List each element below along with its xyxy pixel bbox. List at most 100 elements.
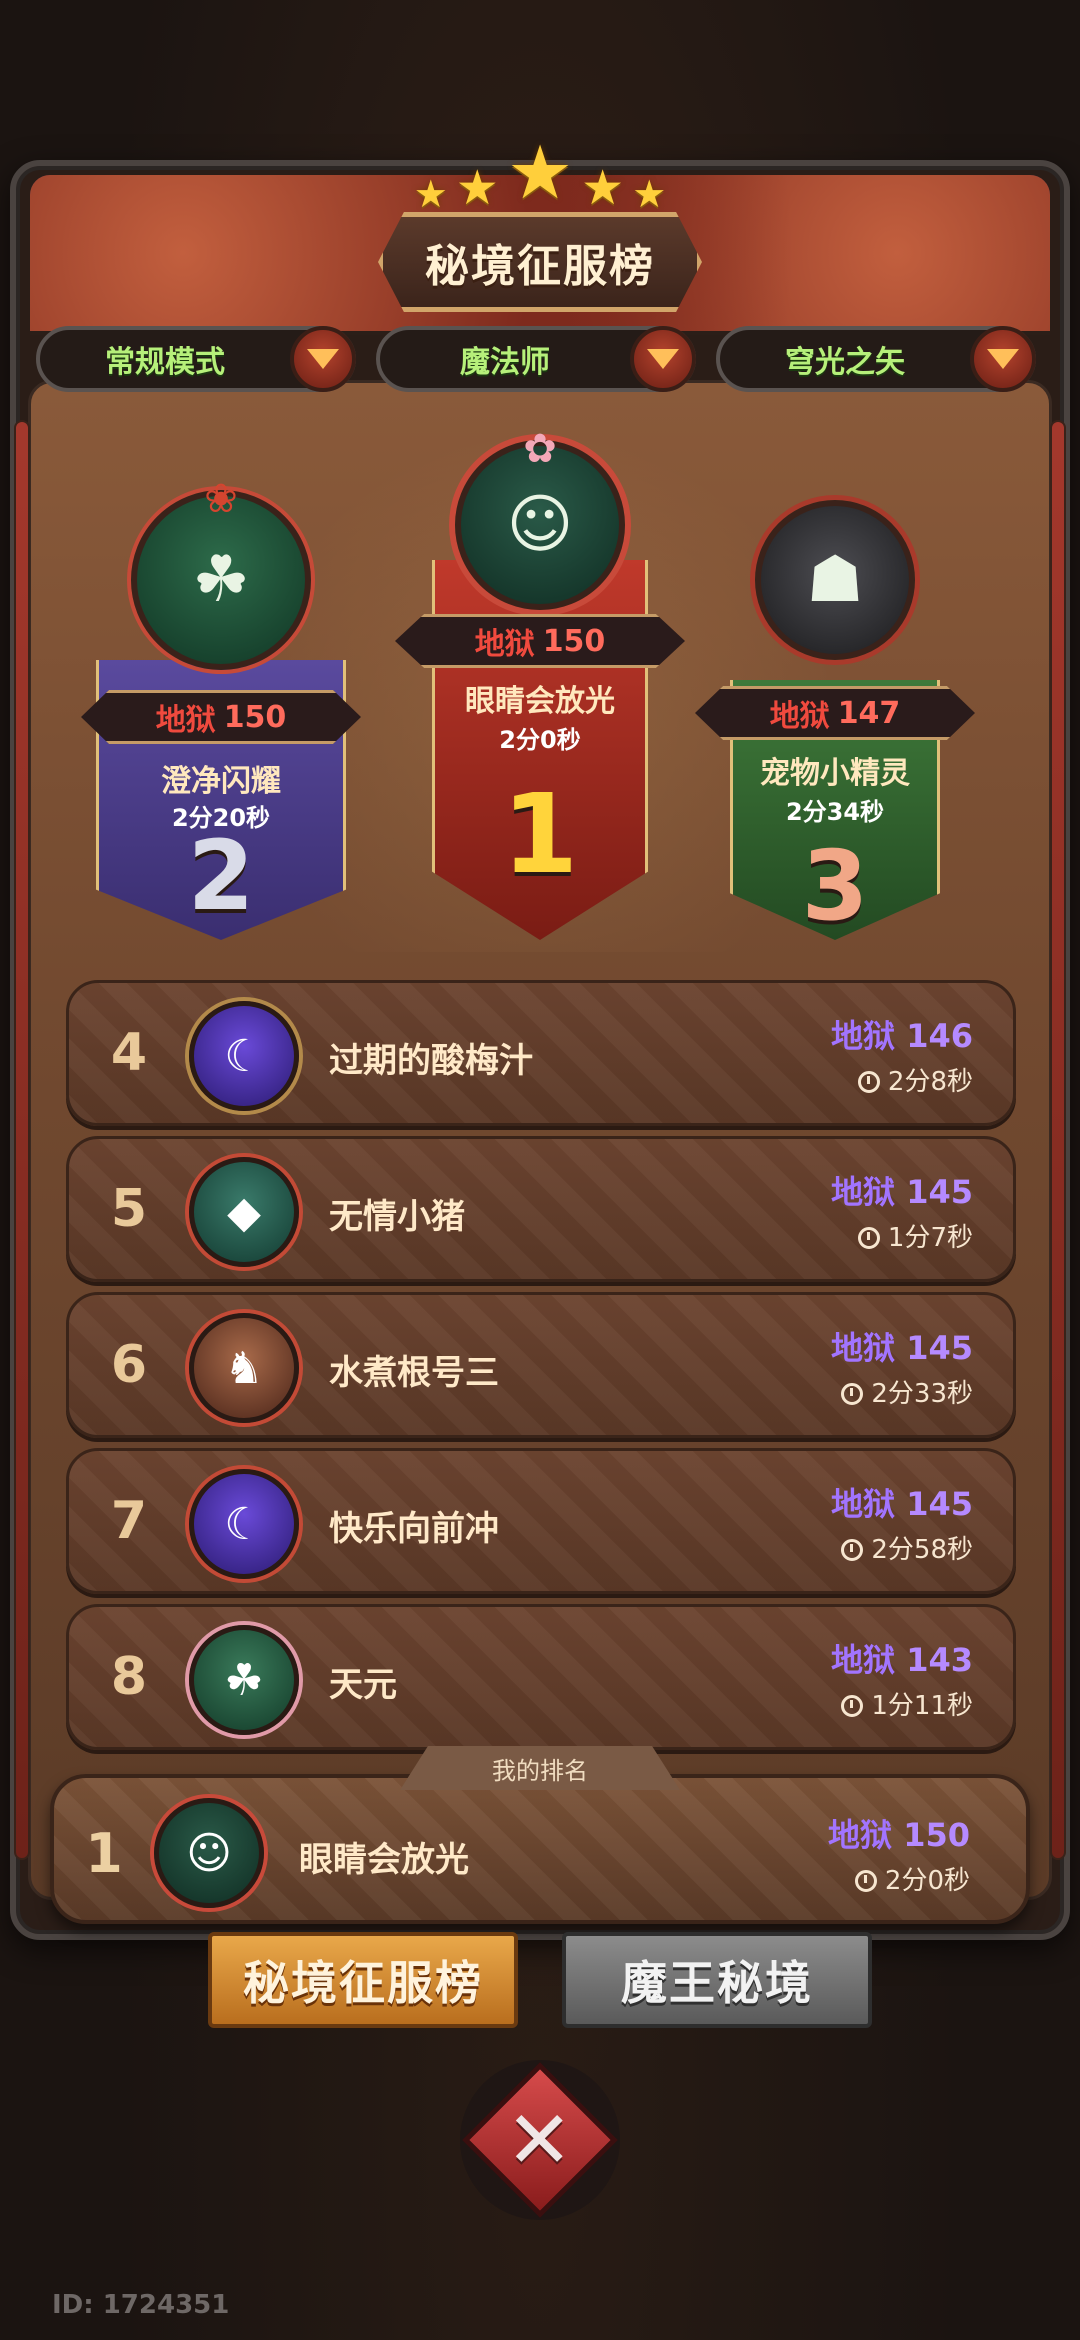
podium-rank-2[interactable]: ❀ ☘ 地狱 150 澄净闪耀 2分20秒 2 bbox=[81, 460, 361, 940]
player-name: 眼睛会放光 bbox=[299, 1840, 469, 1880]
podium-rank-1[interactable]: ✿ ☺ 地狱 150 眼睛会放光 2分0秒 1 bbox=[395, 400, 685, 940]
rank-number: 5 bbox=[110, 1179, 148, 1239]
moon-icon: ☾ bbox=[224, 1030, 264, 1082]
difficulty-level: 150 bbox=[903, 1816, 970, 1854]
player-name: 快乐向前冲 bbox=[329, 1509, 499, 1549]
avatar[interactable]: ☾ bbox=[189, 1001, 299, 1111]
player-name: 澄净闪耀 bbox=[161, 764, 281, 799]
avatar[interactable]: ☘ bbox=[189, 1625, 299, 1735]
difficulty-score: 地狱 145 bbox=[831, 1323, 973, 1369]
character-portrait-icon: ☘ bbox=[192, 543, 250, 617]
table-row[interactable]: 5 ◆ 无情小猪 地狱 145 1分7秒 bbox=[66, 1136, 1016, 1282]
filter-class-dropdown[interactable]: 魔法师 bbox=[376, 326, 696, 392]
star-icon: ★ bbox=[581, 160, 625, 216]
character-portrait-icon: ☺ bbox=[186, 1827, 232, 1879]
difficulty-label: 地狱 bbox=[828, 1816, 893, 1854]
difficulty-label: 地狱 bbox=[831, 1173, 896, 1211]
table-row[interactable]: 6 ♞ 水煮根号三 地狱 145 2分33秒 bbox=[66, 1292, 1016, 1438]
dragon-icon: ◆ bbox=[227, 1186, 261, 1238]
chevron-down-icon[interactable] bbox=[630, 326, 696, 392]
filter-class-label: 魔法师 bbox=[460, 345, 550, 380]
character-portrait-icon: ☺ bbox=[506, 488, 574, 562]
star-icon: ★ bbox=[455, 160, 499, 216]
clear-time-value: 2分33秒 bbox=[871, 1379, 973, 1409]
close-button-frame: ✕ bbox=[460, 2060, 620, 2220]
clock-icon bbox=[854, 1870, 877, 1892]
wreath-icon: ❀ bbox=[204, 476, 238, 522]
player-name: 水煮根号三 bbox=[329, 1353, 499, 1393]
avatar[interactable]: ☗ bbox=[755, 500, 915, 660]
tab-demon-king-realm[interactable]: 魔王秘境 bbox=[562, 1932, 872, 2028]
tab-conquest-leaderboard[interactable]: 秘境征服榜 bbox=[208, 1932, 518, 2028]
rank-number: 1 bbox=[501, 770, 579, 898]
difficulty-level: 145 bbox=[906, 1485, 973, 1523]
flower-wreath-icon: ✿ bbox=[523, 426, 557, 472]
clear-time: 1分11秒 bbox=[841, 1685, 973, 1722]
clock-icon bbox=[857, 1227, 880, 1249]
rank-number: 7 bbox=[110, 1491, 148, 1551]
table-row[interactable]: 7 ☾ 快乐向前冲 地狱 145 2分58秒 bbox=[66, 1448, 1016, 1594]
difficulty-label: 地狱 bbox=[474, 627, 535, 662]
avatar[interactable]: ☾ bbox=[189, 1469, 299, 1579]
rank-number: 6 bbox=[110, 1335, 148, 1395]
difficulty-level: 146 bbox=[906, 1017, 973, 1055]
clear-time: 2分8秒 bbox=[857, 1061, 973, 1098]
rank-number: 1 bbox=[85, 1822, 123, 1885]
my-rank-row[interactable]: 1 ☺ 眼睛会放光 地狱 150 2分0秒 bbox=[50, 1774, 1030, 1924]
avatar[interactable]: ♞ bbox=[189, 1313, 299, 1423]
clock-icon bbox=[841, 1383, 864, 1405]
clear-time-value: 2分58秒 bbox=[871, 1535, 973, 1565]
clear-time: 2分58秒 bbox=[841, 1529, 973, 1566]
chevron-down-icon[interactable] bbox=[290, 326, 356, 392]
table-row[interactable]: 8 ☘ 天元 地狱 143 1分11秒 bbox=[66, 1604, 1016, 1750]
avatar[interactable]: ❀ ☘ bbox=[131, 476, 311, 670]
clock-icon bbox=[857, 1071, 880, 1093]
left-rail bbox=[14, 420, 30, 1860]
rank-number: 4 bbox=[110, 1023, 148, 1083]
difficulty-score: 地狱 146 bbox=[831, 1011, 973, 1057]
close-icon: ✕ bbox=[506, 2093, 574, 2187]
clock-icon bbox=[841, 1539, 864, 1561]
difficulty-badge: 地狱 147 bbox=[695, 686, 975, 740]
difficulty-level: 143 bbox=[906, 1641, 973, 1679]
right-rail bbox=[1050, 420, 1066, 1860]
clear-time: 2分0秒 bbox=[499, 726, 581, 754]
clear-time-value: 2分8秒 bbox=[887, 1067, 973, 1097]
my-rank-label: 我的排名 bbox=[400, 1746, 680, 1790]
clock-icon bbox=[841, 1695, 864, 1717]
difficulty-score: 地狱 145 bbox=[831, 1479, 973, 1525]
hooded-character-icon: ☗ bbox=[806, 543, 864, 617]
rank-number: 3 bbox=[801, 830, 869, 942]
difficulty-badge: 地狱 150 bbox=[395, 614, 685, 668]
clear-time-value: 2分0秒 bbox=[884, 1866, 970, 1896]
avatar[interactable]: ◆ bbox=[189, 1157, 299, 1267]
difficulty-label: 地狱 bbox=[769, 699, 830, 734]
difficulty-label: 地狱 bbox=[831, 1485, 896, 1523]
close-button[interactable]: ✕ bbox=[462, 2062, 618, 2218]
filter-mode-label: 常规模式 bbox=[105, 345, 225, 380]
player-name: 宠物小精灵 bbox=[760, 756, 910, 791]
podium-rank-3[interactable]: ☗ 地狱 147 宠物小精灵 2分34秒 3 bbox=[695, 500, 975, 942]
chevron-down-icon[interactable] bbox=[970, 326, 1036, 392]
difficulty-level: 145 bbox=[906, 1329, 973, 1367]
warrior-icon: ♞ bbox=[224, 1342, 264, 1394]
rank-number: 8 bbox=[110, 1647, 148, 1707]
table-row[interactable]: 4 ☾ 过期的酸梅汁 地狱 146 2分8秒 bbox=[66, 980, 1016, 1126]
player-name: 过期的酸梅汁 bbox=[329, 1041, 533, 1081]
clear-time: 2分33秒 bbox=[841, 1373, 973, 1410]
difficulty-label: 地狱 bbox=[831, 1641, 896, 1679]
difficulty-badge: 地狱 150 bbox=[81, 690, 361, 744]
star-rating: ★ ★ ★ ★ ★ bbox=[0, 130, 1080, 216]
player-name: 眼睛会放光 bbox=[465, 684, 615, 719]
difficulty-label: 地狱 bbox=[831, 1329, 896, 1367]
avatar[interactable]: ✿ ☺ bbox=[455, 426, 625, 610]
filter-skill-dropdown[interactable]: 穹光之矢 bbox=[716, 326, 1036, 392]
filter-mode-dropdown[interactable]: 常规模式 bbox=[36, 326, 356, 392]
clear-time: 2分0秒 bbox=[854, 1860, 970, 1897]
filter-skill-label: 穹光之矢 bbox=[785, 345, 905, 380]
difficulty-level: 150 bbox=[223, 699, 287, 735]
player-name: 天元 bbox=[329, 1665, 397, 1705]
star-icon: ★ bbox=[632, 172, 667, 216]
avatar[interactable]: ☺ bbox=[154, 1798, 264, 1908]
difficulty-score: 地狱 143 bbox=[831, 1635, 973, 1681]
